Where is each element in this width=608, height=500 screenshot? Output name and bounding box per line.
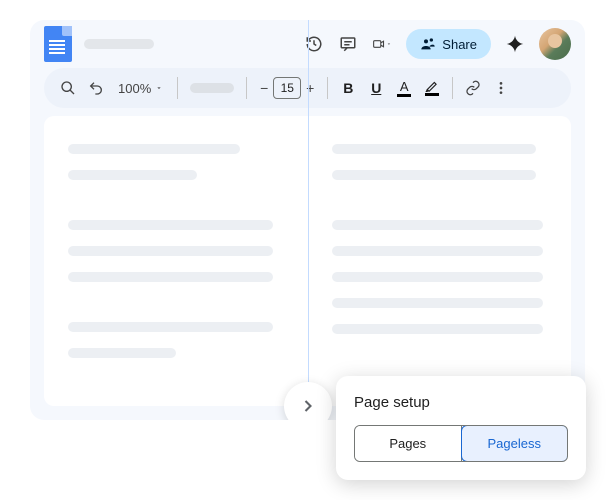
font-size-increase[interactable]: + <box>301 77 319 99</box>
text-line <box>332 220 543 230</box>
zoom-value: 100% <box>118 81 151 96</box>
text-line <box>332 324 543 334</box>
bold-button[interactable]: B <box>336 80 360 96</box>
divider <box>452 77 453 99</box>
link-icon[interactable] <box>461 76 485 100</box>
document-area <box>30 116 585 420</box>
text-line <box>332 246 543 256</box>
docs-logo-icon[interactable] <box>44 26 72 62</box>
highlight-button[interactable] <box>420 76 444 100</box>
gemini-star-icon[interactable] <box>505 34 525 54</box>
underline-button[interactable]: U <box>364 80 388 96</box>
share-label: Share <box>442 37 477 52</box>
text-line <box>68 322 273 332</box>
text-line <box>332 144 537 154</box>
docs-window: Share 100% − 15 + B U A <box>30 20 585 420</box>
pages-option[interactable]: Pages <box>355 426 462 461</box>
page-divider <box>308 20 309 420</box>
zoom-selector[interactable]: 100% <box>112 81 169 96</box>
divider <box>327 77 328 99</box>
text-line <box>332 170 537 180</box>
page-setup-segmented: Pages Pageless <box>354 425 568 462</box>
pageless-option[interactable]: Pageless <box>461 425 569 462</box>
divider <box>246 77 247 99</box>
page-setup-popup: Page setup Pages Pageless <box>336 376 586 480</box>
text-line <box>68 246 273 256</box>
text-line <box>68 272 273 282</box>
text-line <box>68 220 273 230</box>
font-size-decrease[interactable]: − <box>255 77 273 99</box>
font-size-control: − 15 + <box>255 77 319 99</box>
popup-title: Page setup <box>354 394 568 411</box>
comment-icon[interactable] <box>338 34 358 54</box>
document-title-placeholder[interactable] <box>84 39 154 49</box>
search-icon[interactable] <box>56 76 80 100</box>
font-size-input[interactable]: 15 <box>273 77 301 99</box>
font-placeholder[interactable] <box>190 83 234 93</box>
text-line <box>68 348 176 358</box>
avatar[interactable] <box>539 28 571 60</box>
text-line <box>68 144 240 154</box>
text-line <box>68 170 197 180</box>
header-actions: Share <box>304 28 571 60</box>
meet-icon[interactable] <box>372 34 392 54</box>
undo-icon[interactable] <box>84 76 108 100</box>
text-line <box>332 272 543 282</box>
share-button[interactable]: Share <box>406 29 491 59</box>
page-left[interactable] <box>44 116 308 406</box>
text-line <box>332 298 543 308</box>
page-right[interactable] <box>308 116 572 406</box>
text-color-button[interactable]: A <box>392 76 416 100</box>
more-icon[interactable] <box>489 76 513 100</box>
divider <box>177 77 178 99</box>
